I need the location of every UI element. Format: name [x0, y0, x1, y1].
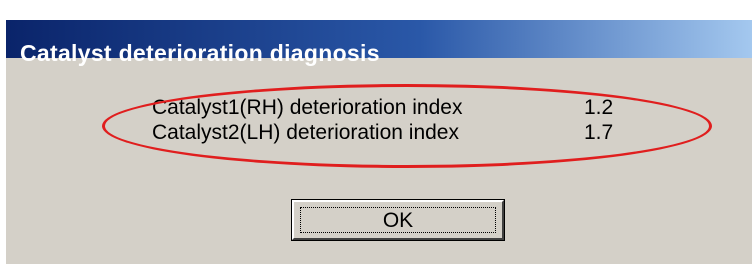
- highlight-ellipse: [102, 84, 712, 168]
- top-edge: [6, 2, 752, 20]
- title-bar[interactable]: Catalyst deterioration diagnosis: [6, 20, 752, 66]
- dialog-window: Catalyst deterioration diagnosis Catalys…: [0, 0, 752, 264]
- ok-button-label: OK: [382, 209, 414, 232]
- window-title: Catalyst deterioration diagnosis: [20, 40, 380, 66]
- ok-button[interactable]: OK: [292, 200, 504, 240]
